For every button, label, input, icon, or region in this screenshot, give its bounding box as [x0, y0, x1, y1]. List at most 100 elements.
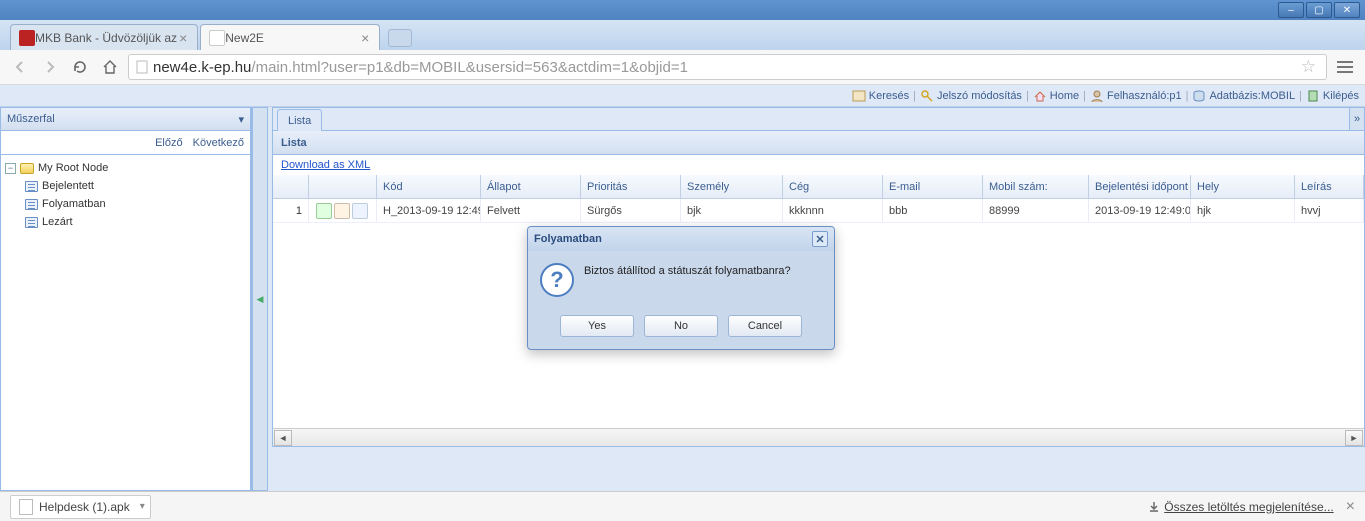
tree-root[interactable]: − My Root Node [5, 159, 246, 177]
dialog-cancel-button[interactable]: Cancel [728, 315, 802, 337]
col-leiras[interactable]: Leírás [1295, 175, 1364, 198]
favicon-icon [209, 30, 225, 46]
home-icon [1033, 89, 1047, 103]
cell-leiras: hvvj [1295, 199, 1364, 222]
download-chip[interactable]: Helpdesk (1).apk [10, 495, 151, 519]
tab-title: MKB Bank - Üdvözöljük az [35, 31, 177, 45]
cell-allapot: Felvett [481, 199, 581, 222]
grid-header: Kód Állapot Prioritás Személy Cég E-mail… [273, 175, 1364, 199]
tab-close-icon[interactable]: × [177, 30, 189, 46]
home-link[interactable]: Home [1033, 89, 1079, 103]
horizontal-scrollbar[interactable]: ◄ ► [273, 428, 1364, 446]
back-button[interactable] [8, 55, 32, 79]
sidebar-collapse-button[interactable]: ◀ [252, 107, 268, 491]
prev-button[interactable]: Előző [155, 137, 183, 149]
right-collapse-button[interactable]: » [1349, 107, 1365, 131]
window-title-bar: – ▢ ✕ [0, 0, 1365, 20]
reload-button[interactable] [68, 55, 92, 79]
next-button[interactable]: Következő [193, 137, 244, 149]
download-xml-link[interactable]: Download as XML [281, 159, 370, 171]
cell-idopont: 2013-09-19 12:49:0 [1089, 199, 1191, 222]
key-icon [920, 89, 934, 103]
confirm-dialog: Folyamatban ✕ ? Biztos átállítod a státu… [527, 226, 835, 350]
reload-icon [72, 59, 88, 75]
home-button[interactable] [98, 55, 122, 79]
col-mobil[interactable]: Mobil szám: [983, 175, 1089, 198]
col-email[interactable]: E-mail [883, 175, 983, 198]
download-icon [1148, 501, 1160, 513]
database-icon [1192, 89, 1206, 103]
col-allapot[interactable]: Állapot [481, 175, 581, 198]
new-tab-button[interactable] [388, 29, 412, 47]
action-icon-3[interactable] [352, 203, 368, 219]
question-icon: ? [540, 263, 574, 297]
dialog-no-button[interactable]: No [644, 315, 718, 337]
user-link[interactable]: Felhasználó:p1 [1090, 89, 1182, 103]
password-link[interactable]: Jelszó módosítás [920, 89, 1022, 103]
search-link[interactable]: Keresés [852, 89, 909, 103]
window-maximize-button[interactable]: ▢ [1306, 2, 1332, 18]
tree-collapse-icon[interactable]: − [5, 163, 16, 174]
cell-mobil: 88999 [983, 199, 1089, 222]
bookmark-star-icon[interactable]: ☆ [1297, 57, 1320, 77]
forward-button[interactable] [38, 55, 62, 79]
col-hely[interactable]: Hely [1191, 175, 1295, 198]
tree-item-folyamatban[interactable]: Folyamatban [5, 195, 246, 213]
url-path: /main.html?user=p1&db=MOBIL&usersid=563&… [251, 59, 688, 76]
leaf-icon [23, 179, 39, 193]
cell-actions [309, 199, 377, 222]
table-row[interactable]: 1 H_2013-09-19 12:49 Felvett Sürgős bjk … [273, 199, 1364, 223]
cell-email: bbb [883, 199, 983, 222]
leaf-icon [23, 197, 39, 211]
col-ceg[interactable]: Cég [783, 175, 883, 198]
tree-item-label: Bejelentett [42, 180, 94, 192]
sidebar-title: Műszerfal [7, 113, 55, 125]
dialog-title: Folyamatban [534, 233, 602, 245]
action-icon-1[interactable] [316, 203, 332, 219]
col-actions[interactable] [309, 175, 377, 198]
favicon-icon [19, 30, 35, 46]
col-kod[interactable]: Kód [377, 175, 481, 198]
dialog-yes-button[interactable]: Yes [560, 315, 634, 337]
menu-icon [1337, 61, 1353, 63]
scroll-track[interactable] [293, 431, 1344, 445]
col-prioritas[interactable]: Prioritás [581, 175, 681, 198]
dialog-message: Biztos átállítod a státuszát folyamatban… [584, 263, 791, 277]
browser-tab-strip: MKB Bank - Üdvözöljük az × New2E × [0, 20, 1365, 50]
arrow-left-icon [12, 59, 28, 75]
col-szemely[interactable]: Személy [681, 175, 783, 198]
window-minimize-button[interactable]: – [1278, 2, 1304, 18]
tab-lista[interactable]: Lista [277, 109, 322, 131]
dialog-close-button[interactable]: ✕ [812, 231, 828, 247]
sidebar-tree: − My Root Node Bejelentett Folyamatban L… [0, 155, 251, 491]
dialog-button-row: Yes No Cancel [528, 309, 834, 349]
download-filename: Helpdesk (1).apk [39, 500, 130, 514]
dialog-titlebar[interactable]: Folyamatban ✕ [528, 227, 834, 251]
address-bar[interactable]: new4e.k-ep.hu/main.html?user=p1&db=MOBIL… [128, 54, 1327, 80]
window-close-button[interactable]: ✕ [1334, 2, 1360, 18]
tree-item-bejelentett[interactable]: Bejelentett [5, 177, 246, 195]
logout-link[interactable]: Kilépés [1306, 89, 1359, 103]
col-idopont[interactable]: Bejelentési időpont [1089, 175, 1191, 198]
browser-menu-button[interactable] [1333, 55, 1357, 79]
tab-close-icon[interactable]: × [359, 30, 371, 46]
action-icon-2[interactable] [334, 203, 350, 219]
download-xml-row: Download as XML [272, 155, 1365, 175]
home-icon [102, 59, 118, 75]
col-rownum[interactable] [273, 175, 309, 198]
browser-tab[interactable]: MKB Bank - Üdvözöljük az × [10, 24, 198, 50]
scroll-right-icon[interactable]: ► [1345, 430, 1363, 446]
browser-toolbar: new4e.k-ep.hu/main.html?user=p1&db=MOBIL… [0, 50, 1365, 85]
download-bar-close-icon[interactable]: × [1346, 498, 1355, 516]
browser-tab-active[interactable]: New2E × [200, 24, 380, 50]
cell-rownum: 1 [273, 199, 309, 222]
tree-item-lezart[interactable]: Lezárt [5, 213, 246, 231]
show-all-downloads-link[interactable]: Összes letöltés megjelenítése... [1148, 500, 1333, 514]
file-icon [19, 499, 33, 515]
cell-prioritas: Sürgős [581, 199, 681, 222]
scroll-left-icon[interactable]: ◄ [274, 430, 292, 446]
cell-szemely: bjk [681, 199, 783, 222]
tree-root-label: My Root Node [38, 162, 108, 174]
database-link[interactable]: Adatbázis:MOBIL [1192, 89, 1295, 103]
sidebar-dropdown-icon[interactable]: ▾ [238, 113, 244, 126]
